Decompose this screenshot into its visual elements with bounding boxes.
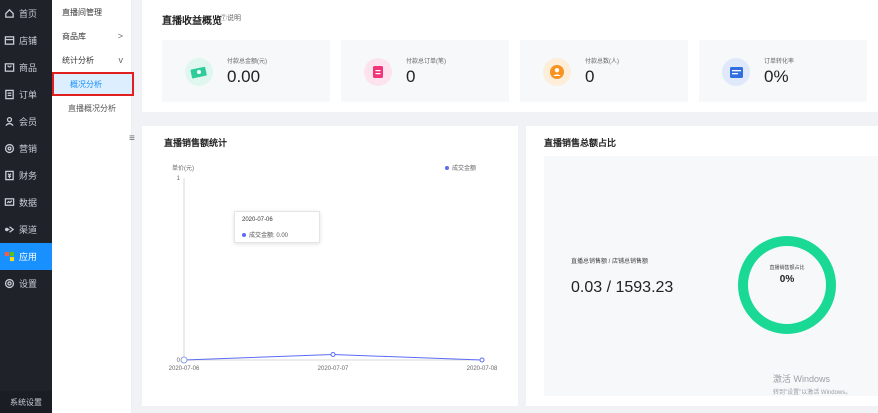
sidebar-item-label: 设置 — [19, 279, 38, 289]
ratio-donut-chart — [738, 236, 836, 334]
tooltip-dot — [242, 232, 246, 237]
submenu-overview-analysis[interactable]: 概况分析 — [52, 72, 134, 96]
goods-icon — [3, 62, 15, 74]
submenu-product-library[interactable]: 商品库 > — [52, 24, 131, 48]
x-tick-label: 2020-07-08 — [467, 366, 498, 372]
ratio-value: 0.03 / 1593.23 — [571, 279, 674, 296]
chevron-right-icon: > — [117, 31, 123, 41]
submenu-statistics[interactable]: 统计分析 v — [52, 48, 131, 72]
submenu-live-room-manage[interactable]: 直播间管理 — [52, 0, 131, 24]
stat-value: 0.00 — [227, 67, 261, 86]
data-point — [479, 357, 485, 363]
sidebar-item-marketing[interactable]: 营销 — [0, 135, 52, 162]
submenu-live-overview-analysis[interactable]: 直播概况分析 — [52, 96, 131, 120]
card-title: 直播收益概览 — [162, 16, 222, 27]
y-axis-label: 单价(元) — [172, 166, 194, 172]
store-icon — [3, 35, 15, 47]
sidebar-item-member[interactable]: 会员 — [0, 108, 52, 135]
revenue-overview-card: 直播收益概览 ⑦说明 付款总金额(元) 0.00 付款总订单(笔) 0 付款总数… — [142, 0, 878, 112]
sidebar-item-label: 店铺 — [19, 36, 38, 46]
x-tick-label: 2020-07-07 — [318, 366, 349, 372]
system-settings-link[interactable]: 系统设置 — [0, 391, 52, 413]
sidebar-item-label: 数据 — [19, 198, 38, 208]
legend-dot — [445, 165, 449, 170]
stat-conversion-rate: 订单转化率 0% — [699, 40, 867, 102]
settings-icon — [3, 278, 15, 290]
sidebar-item-data[interactable]: 数据 — [0, 189, 52, 216]
finance-icon — [3, 170, 15, 182]
sidebar-item-finance[interactable]: 财务 — [0, 162, 52, 189]
donut-ring — [738, 236, 836, 334]
apps-icon — [3, 251, 15, 263]
sidebar-item-label: 渠道 — [19, 225, 38, 235]
card-title: 直播销售总额占比 — [544, 138, 617, 148]
secondary-menu: 直播间管理 商品库 > 统计分析 v 概况分析 直播概况分析 — [52, 0, 134, 413]
help-link[interactable]: ⑦说明 — [220, 13, 241, 23]
sidebar-item-label: 应用 — [19, 252, 38, 262]
stat-value: 0 — [585, 67, 595, 86]
sidebar-item-label: 商品 — [19, 63, 38, 73]
watermark-line: 转到"设置"以激活 Windows。 — [773, 390, 852, 396]
main-sidebar: 首页店铺商品订单会员营销财务数据渠道应用设置 系统设置 — [0, 0, 52, 413]
stat-value: 0% — [764, 67, 789, 86]
submenu-label: 统计分析 — [62, 55, 94, 65]
donut-label: 直播销售额占比 — [769, 265, 805, 271]
stat-label: 付款总订单(笔) — [406, 59, 446, 65]
legend-label: 成交金额 — [452, 166, 477, 172]
data-point — [330, 352, 336, 358]
sidebar-item-label: 首页 — [19, 9, 38, 19]
sidebar-item-label: 订单 — [19, 90, 38, 100]
chart-legend[interactable]: 成交金额 — [445, 163, 476, 172]
stat-total-orders: 付款总订单(笔) 0 — [341, 40, 509, 102]
tooltip-date: 2020-07-06 — [242, 217, 273, 223]
submenu-label: 商品库 — [62, 31, 86, 41]
y-tick-label: 0 — [177, 358, 181, 364]
marketing-icon — [3, 143, 15, 155]
sidebar-item-home[interactable]: 首页 — [0, 0, 52, 27]
ratio-label: 直播总销售额 / 店铺总销售额 — [571, 259, 649, 265]
order-icon — [364, 58, 392, 86]
stat-label: 付款总数(人) — [585, 59, 619, 65]
watermark-line: 激活 Windows — [773, 374, 831, 384]
sidebar-item-order[interactable]: 订单 — [0, 81, 52, 108]
sidebar-item-apps[interactable]: 应用 — [0, 243, 52, 270]
tooltip-value: 成交金额: 0.00 — [249, 233, 289, 239]
sidebar-item-channel[interactable]: 渠道 — [0, 216, 52, 243]
tooltip-row: 成交金额: 0.00 — [242, 230, 288, 239]
order-icon — [3, 89, 15, 101]
sidebar-item-settings[interactable]: 设置 — [0, 270, 52, 297]
windows-activation-watermark: 激活 Windows 转到"设置"以激活 Windows。 — [773, 372, 851, 396]
sidebar-item-label: 会员 — [19, 117, 38, 127]
donut-value: 0% — [779, 274, 795, 285]
sidebar-item-store[interactable]: 店铺 — [0, 27, 52, 54]
sidebar-item-label: 财务 — [19, 171, 38, 181]
ratio-panel: 直播总销售额 / 店铺总销售额 0.03 / 1593.23 直播销售额占比 0… — [544, 156, 878, 396]
sales-ratio-card: 直播销售总额占比 直播总销售额 / 店铺总销售额 0.03 / 1593.23 … — [526, 126, 878, 406]
x-tick-label: 2020-07-06 — [169, 366, 200, 372]
browser-icon — [722, 58, 750, 86]
stat-total-payers: 付款总数(人) 0 — [520, 40, 688, 102]
stat-label: 订单转化率 — [764, 59, 795, 65]
sales-stats-card: 直播销售额统计 0 1 2020-07-06 2020-07-07 2020-07-08… — [142, 126, 518, 406]
channel-icon — [3, 224, 15, 236]
chart-tooltip: 2020-07-06 成交金额: 0.00 — [234, 211, 320, 243]
stat-label: 付款总金额(元) — [227, 59, 267, 65]
user-icon — [543, 58, 571, 86]
chevron-down-icon: v — [118, 55, 124, 65]
home-icon — [3, 8, 15, 20]
menu-collapse-icon[interactable]: ≡ — [129, 133, 135, 144]
submenu-label: 直播间管理 — [62, 7, 102, 17]
data-icon — [3, 197, 15, 209]
stat-total-payment: 付款总金额(元) 0.00 — [162, 40, 330, 102]
sidebar-item-goods[interactable]: 商品 — [0, 54, 52, 81]
stat-value: 0 — [406, 67, 416, 86]
y-tick-label: 1 — [177, 176, 181, 182]
data-point — [180, 356, 188, 364]
money-icon — [185, 58, 213, 86]
sidebar-item-label: 营销 — [19, 144, 38, 154]
member-icon — [3, 116, 15, 128]
